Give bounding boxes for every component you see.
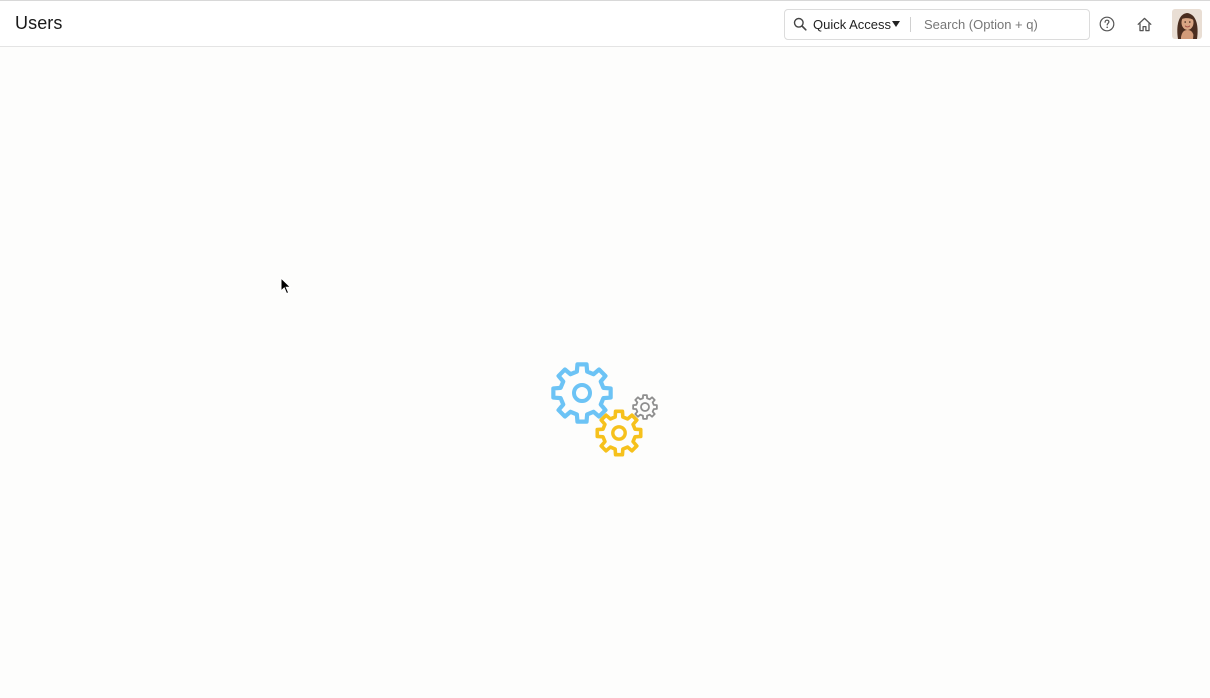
- user-avatar[interactable]: [1172, 9, 1202, 39]
- small-gear-icon: [632, 394, 658, 420]
- avatar-image: [1172, 9, 1202, 39]
- search-input[interactable]: [917, 12, 1085, 37]
- search-group: Quick Access: [784, 9, 1090, 40]
- home-button[interactable]: [1132, 12, 1156, 36]
- top-header-bar: Users Quick Access: [0, 0, 1210, 47]
- quick-access-dropdown[interactable]: Quick Access: [785, 10, 910, 39]
- loading-gears-graphic: [551, 362, 658, 457]
- mouse-pointer-icon: [280, 277, 292, 295]
- page-title: Users: [15, 13, 63, 33]
- gears-loading-icon: [549, 361, 661, 458]
- caret-down-icon: [892, 21, 900, 27]
- large-gear-icon: [551, 362, 613, 424]
- home-icon: [1137, 17, 1151, 31]
- quick-access-label: Quick Access: [813, 17, 892, 32]
- help-circle-icon: [1099, 16, 1115, 32]
- search-divider: [910, 17, 911, 32]
- search-icon: [793, 17, 807, 31]
- help-button[interactable]: [1095, 12, 1119, 36]
- medium-gear-icon: [595, 409, 643, 457]
